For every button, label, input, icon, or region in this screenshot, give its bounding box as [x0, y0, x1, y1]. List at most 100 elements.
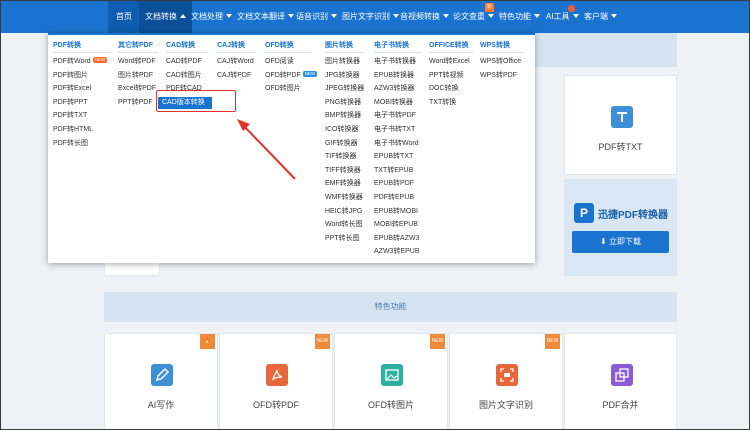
feature-tile[interactable]: NEW 图片文字识别 — [449, 333, 563, 429]
nav-doc-process[interactable]: 文档处理 — [191, 1, 232, 33]
menu-item[interactable]: PPT转PDF — [118, 96, 158, 110]
menu-item-label: OFD转图片 — [265, 85, 301, 93]
nav-av-convert[interactable]: 音视频转换 — [400, 1, 449, 33]
menu-item[interactable]: JPG转换器 — [325, 69, 365, 83]
menu-item[interactable]: EPUB转换器 — [374, 69, 422, 83]
feature-tile[interactable]: NEW OFD转PDF — [219, 333, 333, 429]
menu-item[interactable]: TIF转换器 — [325, 150, 365, 164]
menu-item[interactable]: AZW3转EPUB — [374, 245, 422, 259]
nav-client[interactable]: 客户端 — [584, 1, 617, 33]
menu-item[interactable]: PNG转换器 — [325, 96, 365, 110]
menu-item-label: ICO转换器 — [325, 125, 359, 133]
menu-item[interactable]: HEIC转JPG — [325, 205, 365, 219]
menu-item[interactable]: CAJ转PDF — [217, 69, 256, 83]
menu-item[interactable]: PPT转长图 — [325, 232, 365, 246]
menu-item-label: PDF转Word — [53, 58, 91, 65]
menu-column-title: CAD转换 — [166, 35, 208, 53]
merge-icon — [611, 364, 633, 386]
menu-item[interactable]: PDF转EPUB — [374, 191, 422, 205]
nav-label: 文档文本翻译 — [237, 12, 285, 21]
tool-card-pdf-to-txt[interactable]: PDF转TXT — [564, 75, 677, 175]
menu-column-title: WPS转换 — [480, 35, 525, 53]
feature-tile-label: AI写作 — [147, 400, 175, 410]
nav-ai-tools[interactable]: AI工具 — [546, 1, 579, 33]
menu-item-label: BMP转换器 — [325, 112, 362, 120]
menu-item[interactable]: 图片转换器 — [325, 55, 365, 69]
menu-item-label: EPUB转TXT — [374, 153, 414, 161]
menu-item[interactable]: TIFF转换器 — [325, 164, 365, 178]
menu-item[interactable]: MOBI转EPUB — [374, 218, 422, 232]
menu-item-label: 电子书转换器 — [374, 58, 416, 65]
menu-item[interactable]: CAD转图片 — [166, 69, 208, 83]
menu-item[interactable]: Word转长图 — [325, 218, 365, 232]
menu-item[interactable]: CAJ转Word — [217, 55, 256, 69]
menu-item-label: 电子书转PDF — [374, 112, 416, 120]
feature-tile[interactable]: PDF合并 — [564, 333, 677, 429]
menu-item[interactable]: PDF转PPT — [53, 96, 111, 110]
menu-item[interactable]: 图片转PDF — [118, 69, 158, 83]
menu-column-items: Word转PDF 图片转PDF Excel转PDF PPT转PDF — [118, 53, 158, 109]
menu-item[interactable]: PDF转Excel — [53, 82, 111, 96]
menu-item-label: EPUB转换器 — [374, 71, 415, 79]
menu-item[interactable]: EPUB转AZW3 — [374, 232, 422, 246]
menu-item[interactable]: Word转PDF — [118, 55, 158, 69]
menu-item[interactable]: OFD阅读 — [265, 55, 311, 69]
menu-column-title: PDF转换 — [53, 35, 111, 53]
menu-item[interactable]: TXT转EPUB — [374, 164, 422, 178]
menu-item[interactable]: 电子书转TXT — [374, 123, 422, 137]
menu-item[interactable]: PDF转TXT — [53, 109, 111, 123]
menu-item[interactable]: PDF转HTML — [53, 123, 111, 137]
menu-item[interactable]: WPS转Office — [480, 55, 525, 69]
menu-item-label: GIF转换器 — [325, 139, 358, 147]
feature-tile[interactable]: 🔥 AI写作 — [104, 333, 218, 429]
menu-item[interactable]: 电子书转换器 — [374, 55, 422, 69]
nav-ocr[interactable]: 图片文字识别 — [342, 1, 399, 33]
menu-item[interactable]: Word转Excel — [429, 55, 473, 69]
menu-item[interactable]: MOBI转换器 — [374, 96, 422, 110]
feature-tile[interactable]: NEW OFD转图片 — [334, 333, 448, 429]
menu-item[interactable]: DOC转换 — [429, 82, 473, 96]
nav-plagiarism[interactable]: 新论文查重 — [453, 1, 494, 33]
menu-item[interactable]: JPEG转换器 — [325, 82, 365, 96]
menu-item-label: MOBI转EPUB — [374, 221, 418, 229]
menu-item[interactable]: 电子书转Word — [374, 137, 422, 151]
menu-column-title: OFFICE转换 — [429, 35, 473, 53]
menu-item[interactable]: PDF转图片 — [53, 69, 111, 83]
menu-item[interactable]: PDF转Word NEW — [53, 55, 111, 69]
menu-item[interactable]: AZW3转换器 — [374, 82, 422, 96]
nav-label: 论文查重 — [453, 12, 485, 21]
menu-item-label: PDF转Excel — [53, 85, 92, 93]
menu-item-label: PDF转长图 — [53, 139, 88, 147]
nav-doc-translate[interactable]: 文档文本翻译 — [237, 1, 294, 33]
menu-item[interactable]: PDF转长图 — [53, 137, 111, 151]
nav-speech[interactable]: 语音识别 — [296, 1, 337, 33]
menu-item-label: TIFF转换器 — [325, 166, 361, 174]
nav-features[interactable]: 特色功能 — [499, 1, 540, 33]
nav-doc-convert[interactable]: 文档转换 — [139, 1, 192, 33]
menu-item[interactable]: OFD转图片 — [265, 82, 311, 96]
menu-item[interactable]: PPT转视频 — [429, 69, 473, 83]
menu-item[interactable]: EPUB转PDF — [374, 177, 422, 191]
menu-column-items: Word转Excel PPT转视频 DOC转换 TXT转换 — [429, 53, 473, 109]
download-button[interactable]: ⬇ 立即下载 — [572, 231, 669, 253]
menu-item[interactable]: CAD转PDF — [166, 55, 208, 69]
menu-item-label: DOC转换 — [429, 85, 459, 93]
menu-item[interactable]: TXT转换 — [429, 96, 473, 110]
text-icon — [611, 106, 633, 128]
nav-label: AI工具 — [546, 12, 570, 21]
menu-item[interactable]: EMF转换器 — [325, 177, 365, 191]
menu-item-label: TXT转EPUB — [374, 166, 414, 174]
menu-item-label: CAJ转PDF — [217, 71, 252, 79]
menu-item[interactable]: ICO转换器 — [325, 123, 365, 137]
menu-item[interactable]: WPS转PDF — [480, 69, 525, 83]
menu-item-label: PDF转HTML — [53, 125, 94, 133]
nav-home[interactable]: 首页 — [108, 1, 140, 33]
menu-item[interactable]: 电子书转PDF — [374, 109, 422, 123]
menu-item[interactable]: OFD转PDF NEW — [265, 69, 318, 83]
menu-item[interactable]: WMF转换器 — [325, 191, 365, 205]
menu-item[interactable]: GIF转换器 — [325, 137, 365, 151]
menu-item[interactable]: EPUB转TXT — [374, 150, 422, 164]
menu-item[interactable]: EPUB转MOBI — [374, 205, 422, 219]
menu-item[interactable]: BMP转换器 — [325, 109, 365, 123]
menu-item[interactable]: Excel转PDF — [118, 82, 158, 96]
